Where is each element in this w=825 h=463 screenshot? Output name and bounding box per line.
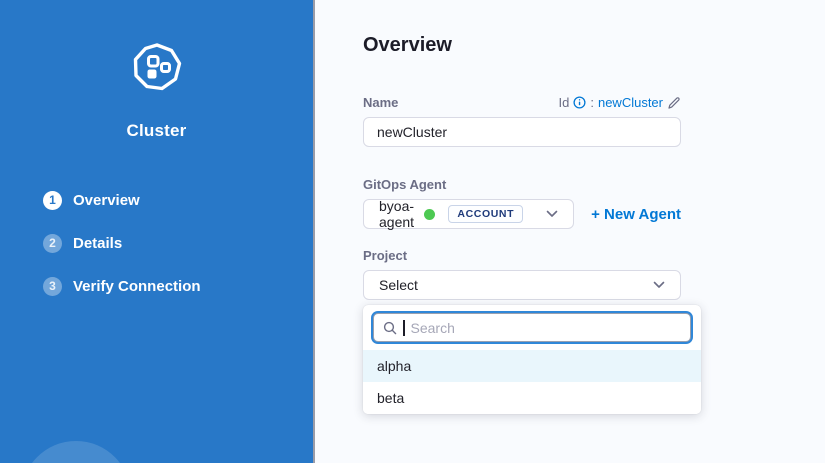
- step-details[interactable]: 2 Details: [43, 233, 313, 253]
- name-input[interactable]: [363, 117, 681, 147]
- search-icon: [383, 321, 397, 335]
- info-icon[interactable]: [573, 96, 586, 109]
- step-label: Overview: [73, 192, 140, 209]
- project-field: Project Select: [363, 248, 681, 300]
- name-label-row: Name Id : newCluster: [363, 95, 681, 110]
- step-number-badge: 2: [43, 234, 62, 253]
- agent-select-value: byoa-agent: [379, 198, 424, 230]
- chevron-down-icon: [546, 210, 558, 218]
- project-option-beta[interactable]: beta: [363, 382, 701, 414]
- id-separator: :: [590, 95, 594, 110]
- project-option-alpha[interactable]: alpha: [363, 350, 701, 382]
- name-label: Name: [363, 95, 398, 110]
- cluster-wizard-dialog: Cluster 1 Overview 2 Details 3 Verify Co…: [0, 0, 825, 463]
- project-select[interactable]: Select: [363, 270, 681, 300]
- sidebar-decorative-circle: [21, 441, 131, 463]
- dropdown-search-box[interactable]: [373, 313, 691, 342]
- gitops-agent-select[interactable]: byoa-agent ACCOUNT: [363, 199, 574, 229]
- step-verify-connection[interactable]: 3 Verify Connection: [43, 276, 313, 296]
- step-label: Details: [73, 235, 122, 252]
- gitops-agent-label: GitOps Agent: [363, 177, 681, 192]
- step-number-badge: 3: [43, 277, 62, 296]
- id-value-link[interactable]: newCluster: [598, 95, 663, 110]
- project-select-value: Select: [379, 277, 418, 293]
- identifier-line: Id : newCluster: [559, 95, 682, 110]
- edit-id-icon[interactable]: [667, 96, 681, 110]
- wizard-title: Cluster: [0, 121, 313, 141]
- project-dropdown-panel: alpha beta: [363, 305, 701, 414]
- agent-scope-badge: ACCOUNT: [448, 205, 523, 223]
- agent-health-dot: [424, 209, 435, 220]
- brand-block: Cluster: [0, 0, 313, 141]
- project-label: Project: [363, 248, 681, 263]
- step-label: Verify Connection: [73, 278, 201, 295]
- project-dropdown-wrap: Select: [363, 270, 681, 300]
- overview-step-panel: Overview Name Id : newCluster: [315, 0, 825, 463]
- gitops-agent-field: GitOps Agent byoa-agent ACCOUNT + Ne: [363, 177, 681, 229]
- cluster-icon: [131, 79, 183, 96]
- chevron-down-icon: [653, 281, 665, 289]
- id-prefix: Id: [559, 95, 570, 110]
- text-caret: [403, 320, 405, 336]
- step-overview[interactable]: 1 Overview: [43, 190, 313, 210]
- step-number-badge: 1: [43, 191, 62, 210]
- overview-form: Name Id : newCluster: [363, 95, 681, 300]
- dropdown-search-input[interactable]: [411, 320, 682, 336]
- wizard-steps: 1 Overview 2 Details 3 Verify Connection: [0, 190, 313, 296]
- new-agent-link[interactable]: + New Agent: [591, 206, 681, 223]
- page-title: Overview: [363, 34, 825, 57]
- wizard-sidebar: Cluster 1 Overview 2 Details 3 Verify Co…: [0, 0, 315, 463]
- agent-row: byoa-agent ACCOUNT + New Agent: [363, 199, 681, 229]
